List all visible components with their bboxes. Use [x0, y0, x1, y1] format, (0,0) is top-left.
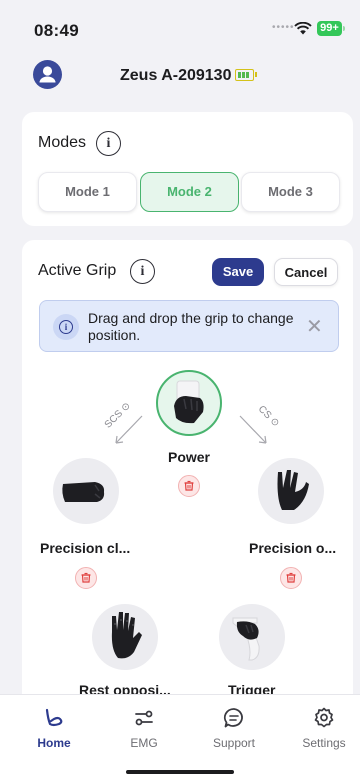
- tab-home-label: Home: [37, 736, 71, 750]
- power-grip-image: [156, 370, 222, 436]
- precision-closed-label: Precision cl...: [40, 540, 131, 556]
- banner-text: Drag and drop the grip to change positio…: [88, 310, 294, 343]
- active-grip-title: Active Grip: [38, 262, 117, 279]
- delete-power-button[interactable]: [178, 475, 200, 497]
- info-banner: i Drag and drop the grip to change posit…: [39, 300, 339, 352]
- rest-opposition-grip-image: [92, 604, 158, 670]
- tab-settings[interactable]: Settings: [279, 695, 360, 755]
- precision-open-label: Precision o...: [249, 540, 337, 556]
- tab-emg[interactable]: EMG: [99, 695, 189, 755]
- tab-bar: Home EMG Support Settings: [0, 694, 360, 775]
- chat-bubble-icon: [223, 708, 243, 728]
- gear-icon: [314, 707, 334, 728]
- save-button[interactable]: Save: [212, 258, 264, 286]
- signal-dots-icon: •••••: [272, 22, 295, 33]
- tab-home[interactable]: Home: [9, 695, 99, 755]
- delete-precision-open-button[interactable]: [280, 567, 302, 589]
- close-icon[interactable]: ✕: [306, 314, 323, 339]
- app-header: Zeus A-209130: [0, 58, 360, 94]
- trash-icon: [184, 480, 194, 491]
- battery-icon: 99+: [317, 21, 342, 36]
- mode-3-button[interactable]: Mode 3: [241, 172, 340, 212]
- active-grip-card: Active Grip i Save Cancel i Drag and dro…: [22, 240, 353, 710]
- delete-precision-closed-button[interactable]: [75, 567, 97, 589]
- avatar[interactable]: [33, 60, 62, 89]
- battery-tip: [343, 26, 345, 31]
- user-icon: [39, 66, 56, 83]
- precision-closed-grip-image: [53, 458, 119, 524]
- emg-sliders-icon: [135, 710, 153, 726]
- modes-info-icon[interactable]: i: [96, 131, 121, 156]
- cs-arrow: CS ⊙: [232, 398, 292, 448]
- mode-2-button[interactable]: Mode 2: [140, 172, 239, 212]
- tab-settings-label: Settings: [302, 736, 346, 750]
- device-name: Zeus A-209130: [120, 67, 232, 84]
- mode-1-button[interactable]: Mode 1: [38, 172, 137, 212]
- trash-icon: [286, 572, 296, 583]
- cancel-button[interactable]: Cancel: [274, 258, 338, 286]
- home-indicator: [126, 770, 234, 774]
- modes-card: Modes i Mode 1 Mode 2 Mode 3: [22, 112, 353, 226]
- banner-info-icon: i: [53, 314, 79, 340]
- active-grip-info-icon[interactable]: i: [130, 259, 155, 284]
- wifi-icon: [294, 22, 312, 35]
- scs-arrow: SCS ⊙: [96, 398, 156, 448]
- status-time: 08:49: [34, 21, 79, 40]
- modes-title: Modes: [38, 134, 87, 151]
- trigger-grip-image: [219, 604, 285, 670]
- home-arm-icon: [45, 708, 63, 727]
- device-battery-icon: [235, 69, 257, 81]
- tab-support[interactable]: Support: [189, 695, 279, 755]
- precision-open-grip-image: [258, 458, 324, 524]
- tab-emg-label: EMG: [130, 736, 158, 750]
- power-label: Power: [167, 449, 210, 465]
- status-bar: 08:49 ••••• 99+: [0, 0, 360, 52]
- tab-support-label: Support: [212, 736, 256, 750]
- trash-icon: [81, 572, 91, 583]
